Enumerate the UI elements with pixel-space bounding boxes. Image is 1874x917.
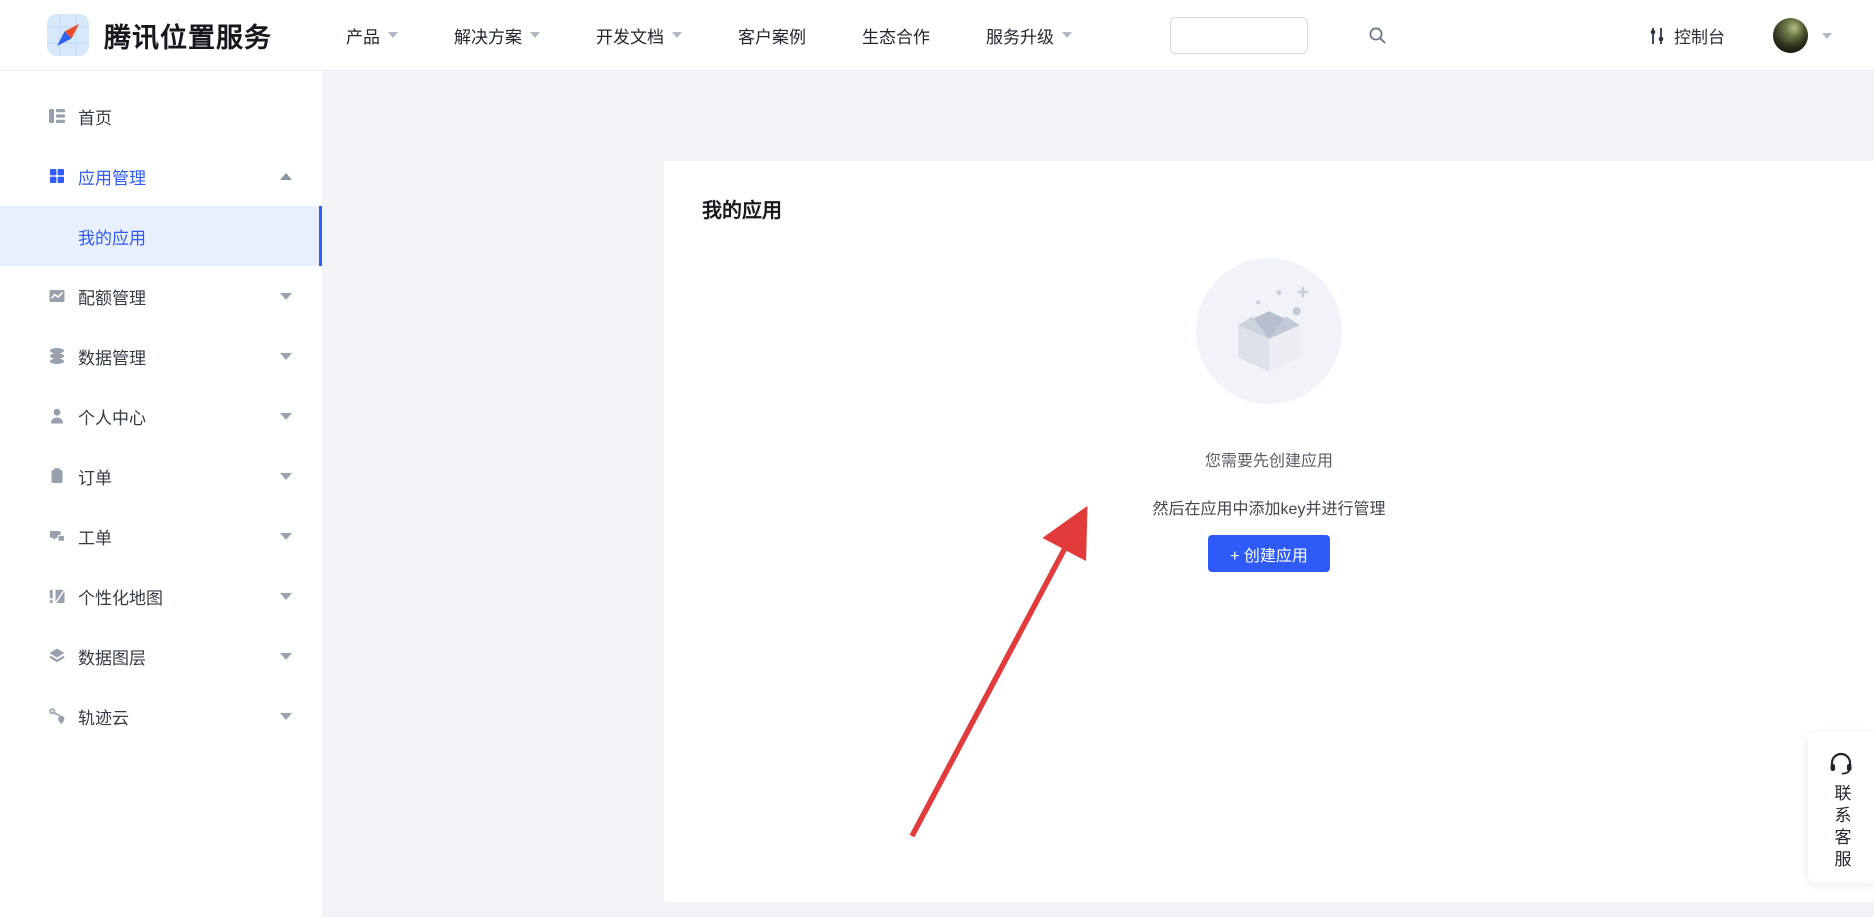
chevron-down-icon <box>280 593 292 600</box>
chevron-down-icon <box>280 653 292 660</box>
nav-label: 解决方案 <box>454 23 522 48</box>
nav-label: 开发文档 <box>596 23 664 48</box>
clipboard-icon <box>48 467 66 485</box>
person-icon <box>48 407 66 425</box>
empty-state-line2: 然后在应用中添加key并进行管理 <box>1153 495 1386 519</box>
nav-label: 生态合作 <box>862 23 930 48</box>
sidebar: 首页 应用管理 我的应用 配额管理 数据管理 <box>0 71 322 917</box>
main-background: 我的应用 您需要先创建应用 然后在应用中添加key并进行管理 <box>322 71 1874 917</box>
headset-icon <box>1828 750 1854 776</box>
chevron-down-icon <box>280 713 292 720</box>
sidebar-item-custom-map[interactable]: 个性化地图 <box>0 566 322 626</box>
sidebar-item-label: 订单 <box>78 464 112 489</box>
sidebar-item-home[interactable]: 首页 <box>0 86 322 146</box>
nav-cases[interactable]: 客户案例 <box>710 23 834 48</box>
support-tab-label: 联系客服 <box>1829 784 1854 872</box>
nav-label: 服务升级 <box>986 23 1054 48</box>
chevron-down-icon <box>388 32 398 38</box>
nav-upgrade[interactable]: 服务升级 <box>958 23 1100 48</box>
chat-bubbles-icon <box>48 527 66 545</box>
sidebar-item-app-management[interactable]: 应用管理 <box>0 146 322 206</box>
sidebar-item-track-cloud[interactable]: 轨迹云 <box>0 686 322 746</box>
sidebar-item-label: 应用管理 <box>78 164 146 189</box>
nav-ecosystem[interactable]: 生态合作 <box>834 23 958 48</box>
sidebar-item-tickets[interactable]: 工单 <box>0 506 322 566</box>
chevron-down-icon <box>530 32 540 38</box>
brand-name: 腾讯位置服务 <box>104 16 272 55</box>
chevron-down-icon <box>280 413 292 420</box>
search-input[interactable] <box>1171 18 1368 53</box>
top-navbar: 腾讯位置服务 产品 解决方案 开发文档 客户案例 生态合作 服务升级 <box>0 0 1874 71</box>
nav-solutions[interactable]: 解决方案 <box>426 23 568 48</box>
sidebar-item-label: 个人中心 <box>78 404 146 429</box>
chevron-down-icon <box>672 32 682 38</box>
header-right: 控制台 <box>1648 0 1832 71</box>
track-cloud-icon <box>48 707 66 725</box>
sidebar-item-label: 数据管理 <box>78 344 146 369</box>
sidebar-item-label: 首页 <box>78 104 112 129</box>
user-avatar[interactable] <box>1773 18 1808 53</box>
chevron-down-icon <box>1062 32 1072 38</box>
sidebar-item-label: 配额管理 <box>78 284 146 309</box>
nav-label: 产品 <box>346 23 380 48</box>
home-list-icon <box>48 107 66 125</box>
chevron-down-icon <box>280 353 292 360</box>
sidebar-item-label: 工单 <box>78 524 112 549</box>
sidebar-item-data-management[interactable]: 数据管理 <box>0 326 322 386</box>
chevron-down-icon <box>280 533 292 540</box>
chevron-down-icon[interactable] <box>1822 33 1832 39</box>
chevron-down-icon <box>280 293 292 300</box>
compass-logo-icon <box>46 13 90 57</box>
quota-chart-icon <box>48 287 66 305</box>
sidebar-item-label: 轨迹云 <box>78 704 129 729</box>
empty-box-illustration <box>1195 257 1343 405</box>
page: 腾讯位置服务 产品 解决方案 开发文档 客户案例 生态合作 服务升级 <box>0 0 1874 917</box>
console-label: 控制台 <box>1674 23 1725 48</box>
empty-state: 您需要先创建应用 然后在应用中添加key并进行管理 + 创建应用 <box>664 257 1874 572</box>
brand[interactable]: 腾讯位置服务 <box>46 13 272 57</box>
main-nav: 产品 解决方案 开发文档 客户案例 生态合作 服务升级 <box>318 23 1100 48</box>
search-icon[interactable] <box>1368 26 1387 45</box>
chevron-up-icon <box>280 173 292 180</box>
sliders-icon <box>1648 26 1666 46</box>
nav-products[interactable]: 产品 <box>318 23 426 48</box>
create-app-button[interactable]: + 创建应用 <box>1208 535 1330 572</box>
sidebar-item-personal-center[interactable]: 个人中心 <box>0 386 322 446</box>
contact-support-tab[interactable]: 联系客服 <box>1808 732 1874 883</box>
sidebar-item-label: 我的应用 <box>78 224 146 249</box>
app-grid-icon <box>48 167 66 185</box>
database-icon <box>48 347 66 365</box>
sidebar-item-data-layers[interactable]: 数据图层 <box>0 626 322 686</box>
sidebar-item-quota[interactable]: 配额管理 <box>0 266 322 326</box>
sidebar-item-label: 数据图层 <box>78 644 146 669</box>
nav-label: 客户案例 <box>738 23 806 48</box>
sidebar-item-my-apps[interactable]: 我的应用 <box>0 206 322 266</box>
console-link[interactable]: 控制台 <box>1648 23 1725 48</box>
layers-icon <box>48 647 66 665</box>
sidebar-item-label: 个性化地图 <box>78 584 163 609</box>
search-box[interactable] <box>1170 17 1308 54</box>
nav-docs[interactable]: 开发文档 <box>568 23 710 48</box>
custom-map-icon <box>48 587 66 605</box>
sidebar-item-orders[interactable]: 订单 <box>0 446 322 506</box>
page-title: 我的应用 <box>702 194 782 223</box>
empty-state-line1: 您需要先创建应用 <box>1205 447 1333 471</box>
chevron-down-icon <box>280 473 292 480</box>
content-card: 我的应用 您需要先创建应用 然后在应用中添加key并进行管理 <box>664 161 1874 902</box>
active-indicator <box>319 206 322 266</box>
